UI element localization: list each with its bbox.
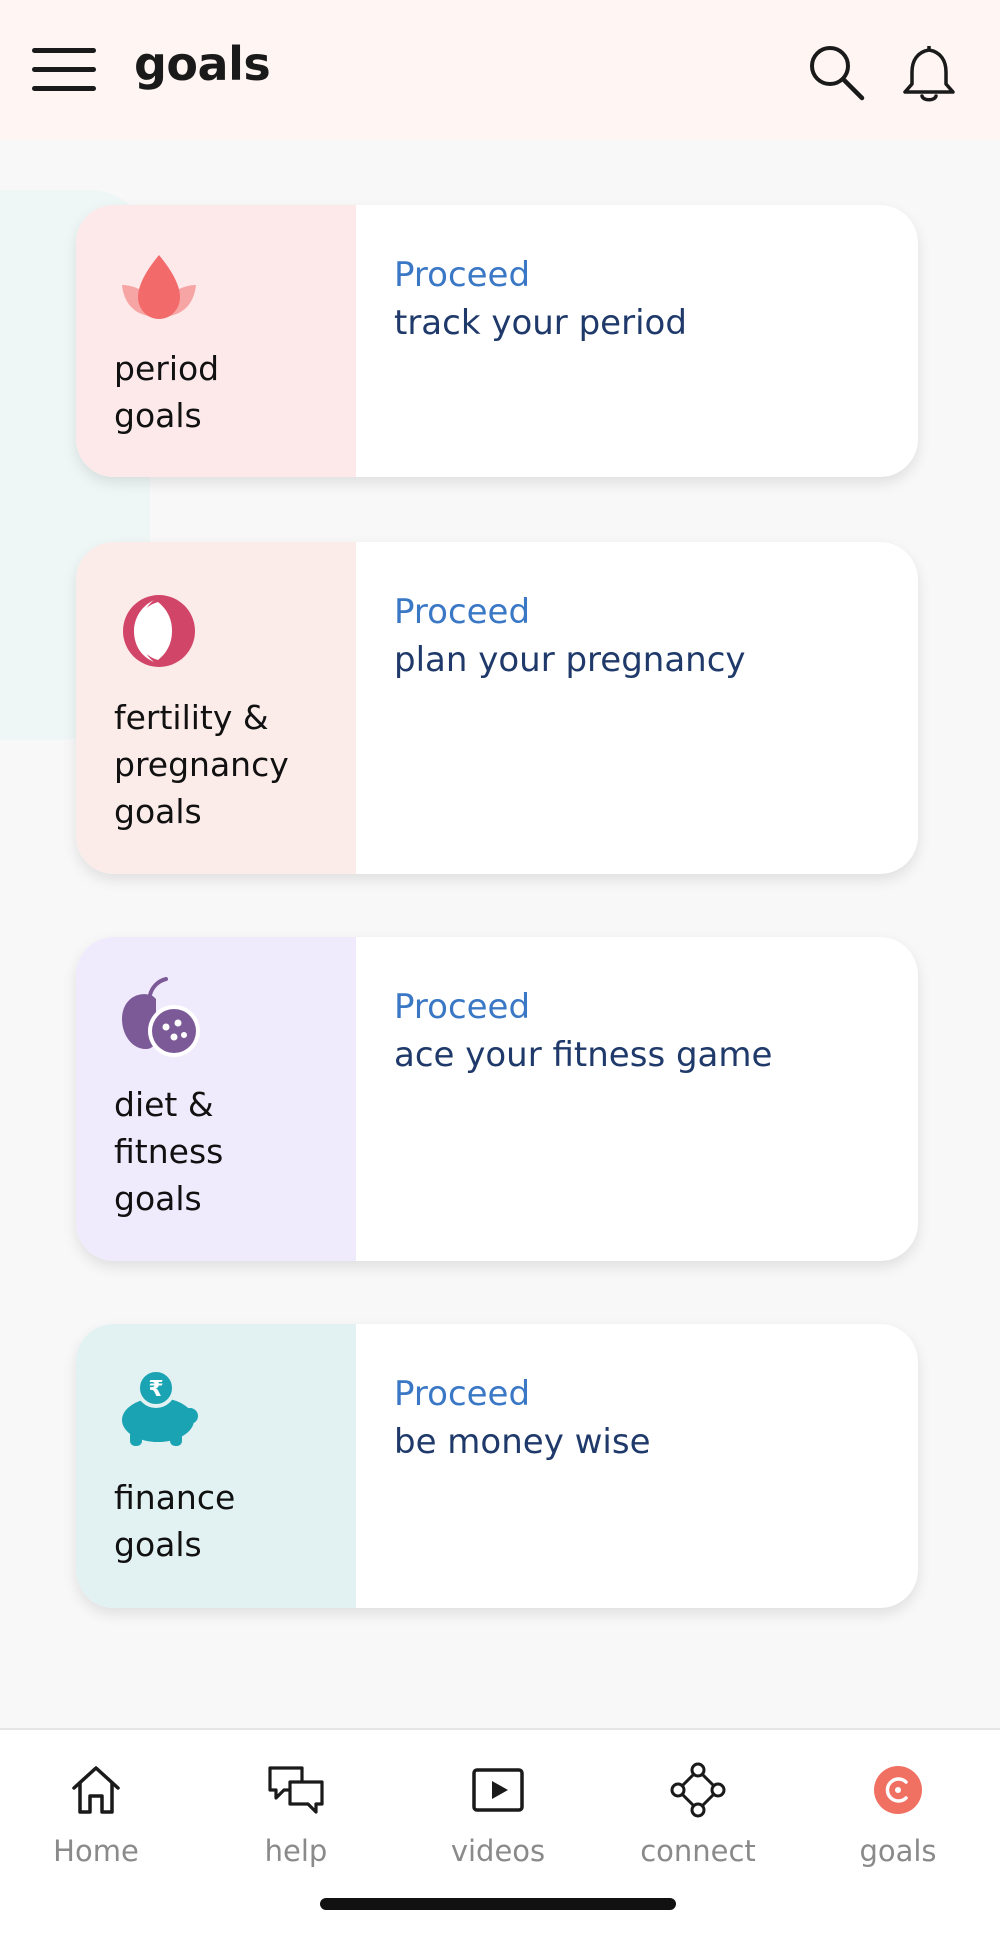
- search-icon[interactable]: [804, 40, 870, 106]
- card-title: diet & fitness goals: [114, 1085, 224, 1218]
- bell-icon[interactable]: [896, 40, 962, 106]
- goals-icon: [874, 1766, 922, 1814]
- fruit-icon: [114, 973, 204, 1063]
- home-indicator[interactable]: [320, 1898, 676, 1910]
- diet-fitness-goals-card[interactable]: diet & fitness goals Proceed ace your fi…: [76, 937, 918, 1261]
- home-icon: [72, 1766, 120, 1814]
- page-title: goals: [134, 37, 271, 91]
- goals-screen: goals period goals Proceed track your pe…: [0, 0, 1000, 1938]
- hamburger-menu-icon[interactable]: [32, 48, 96, 92]
- nav-label: goals: [859, 1834, 937, 1868]
- card-description: be money wise: [394, 1422, 651, 1462]
- proceed-link[interactable]: Proceed: [394, 983, 530, 1031]
- card-description: ace your fitness game: [394, 1035, 773, 1075]
- nav-item-goals[interactable]: goals: [818, 1760, 978, 1870]
- finance-goals-card[interactable]: ₹ finance goals Proceed be money wise: [76, 1324, 918, 1608]
- nav-label: help: [264, 1834, 328, 1868]
- lotus-icon: [114, 245, 204, 335]
- moon-icon: [114, 586, 204, 676]
- period-goals-card[interactable]: period goals Proceed track your period: [76, 205, 918, 477]
- svg-text:₹: ₹: [148, 1377, 163, 1402]
- card-title: period goals: [114, 349, 220, 435]
- card-title: finance goals: [114, 1478, 236, 1564]
- card-description: track your period: [394, 303, 687, 343]
- card-title: fertility & pregnancy goals: [114, 698, 289, 831]
- proceed-link[interactable]: Proceed: [394, 588, 530, 636]
- fertility-pregnancy-goals-card[interactable]: fertility & pregnancy goals Proceed plan…: [76, 542, 918, 874]
- piggy-bank-icon: ₹: [114, 1364, 204, 1454]
- proceed-link[interactable]: Proceed: [394, 251, 530, 299]
- nav-label: videos: [450, 1834, 546, 1868]
- play-icon: [472, 1768, 524, 1812]
- proceed-link[interactable]: Proceed: [394, 1370, 530, 1418]
- nav-item-home[interactable]: Home: [16, 1760, 176, 1870]
- nav-item-connect[interactable]: connect: [618, 1760, 778, 1870]
- nav-item-help[interactable]: help: [216, 1760, 376, 1870]
- nav-item-videos[interactable]: videos: [418, 1760, 578, 1870]
- top-app-bar: goals: [0, 0, 1000, 140]
- card-description: plan your pregnancy: [394, 640, 746, 680]
- nav-label: connect: [640, 1834, 756, 1868]
- nav-label: Home: [53, 1834, 139, 1868]
- chat-icon: [268, 1766, 324, 1814]
- connect-icon: [670, 1762, 726, 1818]
